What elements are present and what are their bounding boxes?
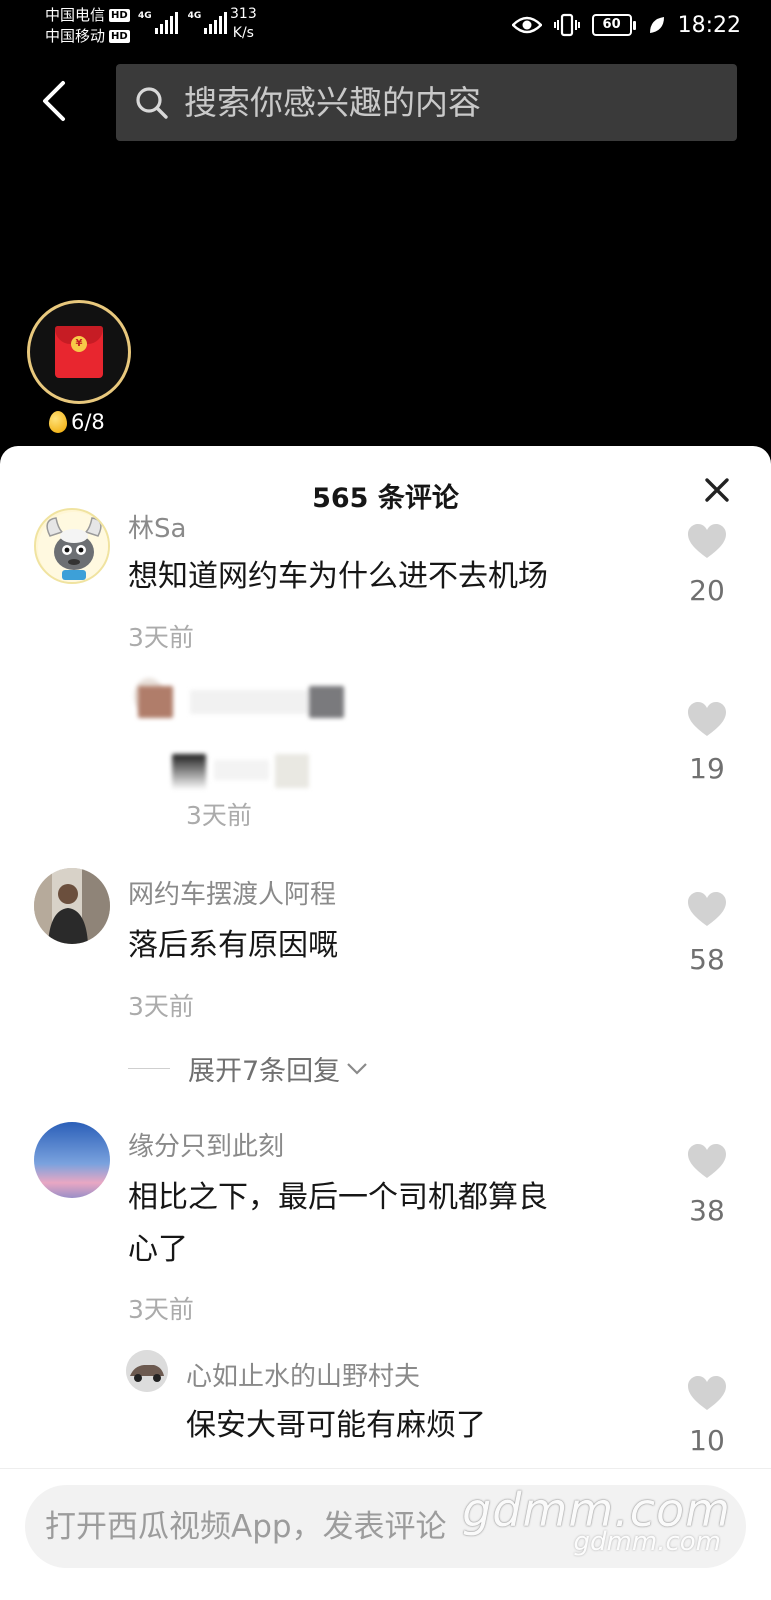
close-icon[interactable] (701, 474, 733, 506)
eye-icon (511, 16, 542, 34)
battery-icon: 60 (591, 14, 636, 36)
leaf-icon (649, 17, 664, 33)
red-envelope-icon: ¥ (55, 326, 103, 378)
like-count: 19 (689, 752, 725, 785)
comments-count-title: 565 条评论 (312, 483, 459, 514)
comment-username[interactable]: 缘分只到此刻 (128, 1126, 284, 1163)
like-count: 38 (689, 1194, 725, 1227)
red-envelope-button[interactable]: ¥ (27, 300, 131, 404)
reply-text: 保安大哥可能有麻烦了 (186, 1408, 486, 1443)
gold-egg-icon (49, 411, 67, 433)
expand-replies-label: 展开7条回复 (188, 1056, 341, 1087)
heart-icon[interactable] (687, 892, 727, 928)
chevron-down-icon (347, 1062, 367, 1075)
battery-level: 60 (591, 14, 632, 36)
comment-time: 3天前 (186, 801, 252, 830)
blurred-block (214, 760, 269, 780)
reply-username[interactable]: 心如止水的山野村夫 (186, 1356, 420, 1393)
network-speed: 313 K/s (230, 6, 257, 41)
search-bar[interactable] (116, 64, 737, 141)
comment-text-line-2: 心了 (128, 1232, 188, 1267)
signal-strength-icon: 4G (188, 12, 228, 34)
blurred-block (138, 686, 173, 718)
signal-strength-icon: 4G (138, 12, 178, 34)
avatar[interactable] (126, 1350, 168, 1392)
red-envelope-count: 6/8 (71, 410, 105, 434)
blurred-block (309, 686, 344, 718)
vibrate-icon (553, 13, 580, 37)
avatar[interactable] (34, 868, 110, 944)
heart-icon[interactable] (687, 1144, 727, 1180)
hd-badge: HD (109, 9, 130, 22)
divider-line (128, 1068, 170, 1069)
expand-replies-button[interactable]: 展开7条回复 (128, 1049, 368, 1088)
watermark-sub: gdmm.com (573, 1527, 721, 1557)
goat-avatar-icon (38, 512, 108, 582)
heart-icon[interactable] (687, 524, 727, 560)
sky-avatar-icon (34, 1122, 110, 1198)
blurred-block (275, 754, 309, 788)
carrier-1: 中国电信 (45, 6, 106, 24)
blurred-block (172, 754, 206, 790)
comment-time: 3天前 (128, 992, 194, 1021)
status-bar: 中国电信 HD 中国移动 HD 4G 4G 313 K/s 60 18:22 (0, 0, 771, 50)
comment-time: 3天前 (128, 623, 194, 652)
back-button[interactable] (30, 78, 76, 124)
comment-username[interactable]: 林Sa (128, 508, 186, 545)
signal-icons: 4G 4G (138, 12, 228, 34)
heart-icon[interactable] (687, 1376, 727, 1412)
chevron-left-icon (43, 81, 65, 121)
blurred-block (190, 690, 310, 714)
avatar[interactable] (34, 1122, 110, 1198)
heart-icon[interactable] (687, 702, 727, 738)
comments-panel: 565 条评论 林Sa 想知道网约车为什么进不去机场 3天前 20 3天前 19… (0, 446, 771, 1600)
comment-username[interactable]: 网约车摆渡人阿程 (128, 874, 336, 911)
like-count: 20 (689, 574, 725, 607)
like-count: 10 (689, 1424, 725, 1457)
comment-input-bar: gdmm.com gdmm.com (0, 1468, 771, 1600)
search-icon (136, 86, 168, 119)
red-envelope-progress: 6/8 (49, 410, 105, 434)
search-input[interactable] (184, 83, 737, 122)
hd-badge: HD (109, 30, 130, 43)
avatar[interactable] (34, 508, 110, 584)
clock: 18:22 (677, 12, 741, 38)
comment-text: 落后系有原因嘅 (128, 928, 338, 963)
like-count: 58 (689, 943, 725, 976)
comment-time: 3天前 (128, 1295, 194, 1324)
comment-text: 想知道网约车为什么进不去机场 (128, 559, 548, 594)
car-avatar-icon (126, 1350, 168, 1392)
carrier-2: 中国移动 (45, 27, 106, 45)
person-avatar-icon (34, 868, 110, 944)
carrier-info: 中国电信 HD 中国移动 HD (45, 5, 130, 47)
comment-text-line-1: 相比之下，最后一个司机都算良 (128, 1180, 548, 1215)
